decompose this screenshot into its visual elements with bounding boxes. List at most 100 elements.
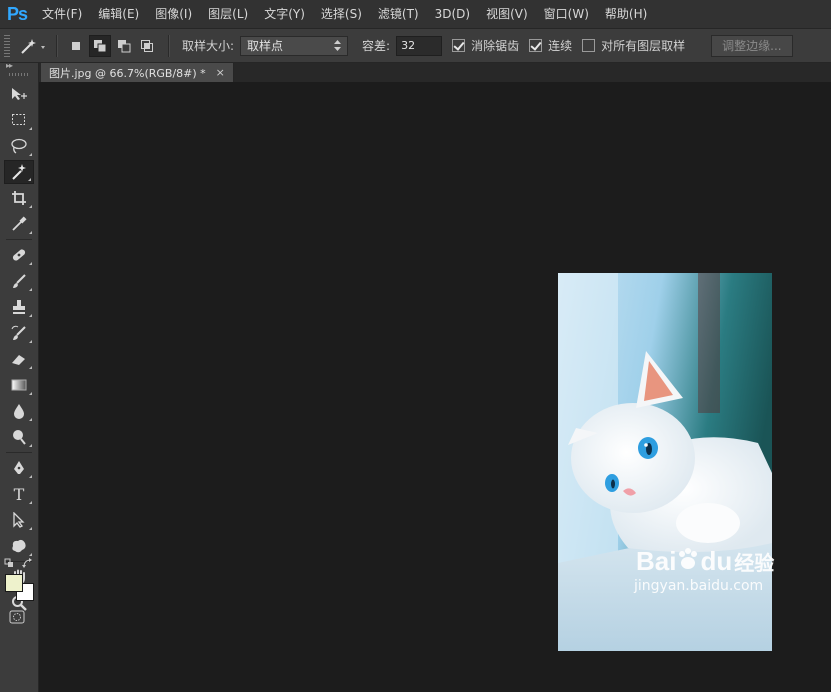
sample-all-layers-check-mark: [582, 39, 596, 52]
tool-eyedropper[interactable]: [4, 212, 34, 236]
tool-lasso[interactable]: [4, 134, 34, 158]
brush-icon: [13, 274, 26, 288]
document-tab[interactable]: 图片.jpg @ 66.7%(RGB/8#) * ×: [41, 63, 234, 82]
baidu-jingyan-watermark: Bai du 经验 jingyan.baidu.com: [596, 546, 786, 596]
tool-shape[interactable]: [4, 534, 34, 558]
close-icon[interactable]: ×: [216, 66, 225, 79]
sample-size-select[interactable]: 取样点: [240, 35, 349, 56]
sample-size-value: 取样点: [247, 39, 284, 53]
sample-size-label: 取样大小:: [182, 39, 235, 53]
new-selection-button[interactable]: [66, 36, 86, 56]
swap-colors-icon[interactable]: [22, 558, 34, 570]
custom-shape-icon: [12, 539, 26, 553]
tool-eraser[interactable]: [4, 347, 34, 371]
pen-icon: [14, 461, 24, 474]
tool-type[interactable]: T: [4, 482, 34, 506]
lasso-icon: [11, 138, 27, 154]
foreground-color-swatch[interactable]: [5, 574, 23, 592]
menu-layer[interactable]: 图层(L): [200, 0, 256, 28]
eyedropper-icon: [12, 216, 27, 231]
tool-move[interactable]: [4, 82, 34, 106]
quick-mask-icon[interactable]: [9, 610, 25, 624]
contiguous-label: 连续: [548, 39, 573, 53]
menu-file[interactable]: 文件(F): [34, 0, 90, 28]
clone-stamp-icon: [13, 300, 25, 314]
antialias-label: 消除锯齿: [471, 39, 520, 53]
menu-type[interactable]: 文字(Y): [256, 0, 313, 28]
intersect-selection-button[interactable]: [137, 36, 157, 56]
tool-gradient[interactable]: [4, 373, 34, 397]
contiguous-checkbox[interactable]: 连续: [529, 37, 572, 54]
menu-select[interactable]: 选择(S): [313, 0, 370, 28]
tool-crop[interactable]: [4, 186, 34, 210]
menu-window[interactable]: 窗口(W): [536, 0, 597, 28]
history-brush-icon: [11, 325, 26, 340]
subtract-selection-icon: [118, 39, 131, 52]
menu-filter[interactable]: 滤镜(T): [370, 0, 427, 28]
type-icon: T: [13, 484, 25, 504]
subtract-from-selection-button[interactable]: [114, 36, 134, 56]
sample-all-layers-label: 对所有图层取样: [601, 39, 686, 53]
tool-magic-wand[interactable]: [4, 160, 34, 184]
sample-all-layers-checkbox[interactable]: 对所有图层取样: [582, 37, 685, 54]
contiguous-check-mark: [529, 39, 543, 52]
new-selection-icon: [72, 41, 80, 50]
healing-brush-icon: [12, 249, 26, 261]
tool-preset-picker[interactable]: [16, 34, 48, 58]
tool-history-brush[interactable]: [4, 321, 34, 345]
menu-bar: Ps 文件(F) 编辑(E) 图像(I) 图层(L) 文字(Y) 选择(S) 滤…: [0, 0, 831, 29]
options-bar: 取样大小: 取样点 容差: 消除锯齿 连续 对所有图层取样 调整边缘...: [0, 29, 831, 63]
separator: [56, 34, 58, 57]
intersect-selection-icon: [141, 39, 153, 52]
antialias-checkbox[interactable]: 消除锯齿: [452, 37, 519, 54]
tool-path-selection[interactable]: [4, 508, 34, 532]
tool-healing-brush[interactable]: [4, 243, 34, 267]
magic-wand-icon: [21, 38, 45, 54]
menu-edit[interactable]: 编辑(E): [90, 0, 147, 28]
watermark-brand: Bai: [636, 546, 677, 576]
blur-drop-icon: [14, 404, 24, 419]
tools-panel-grip[interactable]: [9, 73, 29, 76]
updown-arrows-icon: [334, 40, 342, 51]
menu-view[interactable]: 视图(V): [478, 0, 536, 28]
magic-wand-icon: [12, 164, 26, 180]
tool-clone-stamp[interactable]: [4, 295, 34, 319]
menu-help[interactable]: 帮助(H): [597, 0, 655, 28]
tools-panel-header[interactable]: ▸▸: [0, 61, 38, 71]
paw-icon: [676, 548, 700, 572]
tool-marquee[interactable]: [4, 108, 34, 132]
add-to-selection-button[interactable]: [89, 34, 111, 57]
watermark-url: jingyan.baidu.com: [634, 578, 764, 594]
default-colors-icon[interactable]: [4, 558, 16, 570]
add-selection-icon: [94, 39, 107, 52]
tool-dodge[interactable]: [4, 425, 34, 449]
dodge-icon: [13, 430, 26, 445]
options-bar-grip[interactable]: [4, 34, 10, 57]
eraser-icon: [12, 355, 25, 365]
gradient-icon: [11, 379, 27, 391]
collapse-arrows-icon: ▸▸: [6, 61, 13, 70]
watermark-label: 经验: [734, 553, 775, 575]
tool-brush[interactable]: [4, 269, 34, 293]
document-tab-bar: 图片.jpg @ 66.7%(RGB/8#) * ×: [39, 63, 831, 82]
tool-blur[interactable]: [4, 399, 34, 423]
move-icon: [12, 88, 27, 100]
canvas-area[interactable]: [39, 82, 831, 692]
menu-image[interactable]: 图像(I): [147, 0, 200, 28]
separator: [6, 239, 32, 240]
tool-pen[interactable]: [4, 456, 34, 480]
separator: [168, 34, 170, 57]
separator: [6, 452, 32, 453]
path-selection-icon: [13, 512, 25, 528]
menu-3d[interactable]: 3D(D): [427, 0, 478, 28]
photoshop-logo: Ps: [6, 3, 28, 24]
crop-icon: [12, 191, 26, 205]
antialias-check-mark: [452, 39, 466, 52]
tolerance-label: 容差:: [362, 39, 391, 53]
refine-edge-button[interactable]: 调整边缘...: [711, 34, 793, 57]
document-tab-title: 图片.jpg @ 66.7%(RGB/8#) *: [49, 66, 206, 80]
watermark-brand-2: du: [700, 546, 733, 576]
color-swatches: [4, 558, 36, 608]
tolerance-input[interactable]: [396, 35, 443, 56]
rectangular-marquee-icon: [12, 114, 25, 125]
